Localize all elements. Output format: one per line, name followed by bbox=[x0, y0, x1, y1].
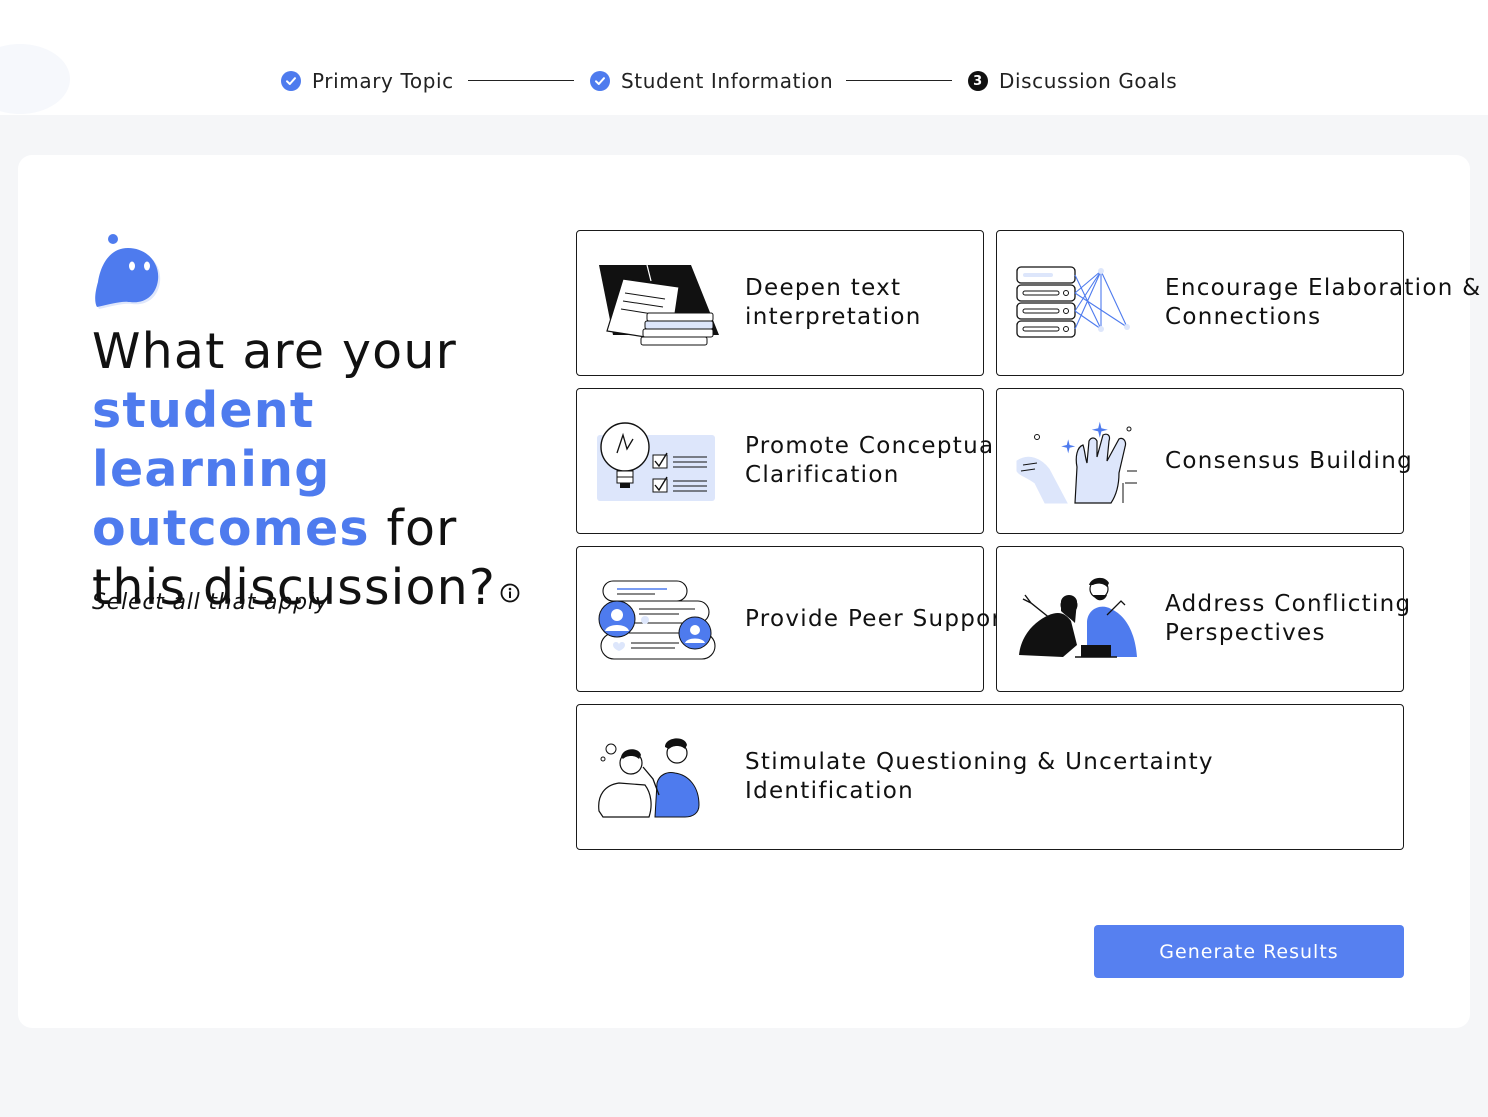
hands-high-five-icon bbox=[1016, 421, 1137, 504]
lightbulb-checklist-icon bbox=[597, 422, 715, 501]
top-bar bbox=[0, 0, 1488, 115]
option-address-conflicting-perspectives[interactable]: Address Conflicting Perspectives bbox=[996, 546, 1410, 692]
step-number-badge: 3 bbox=[968, 71, 988, 91]
step-connector bbox=[846, 80, 952, 81]
check-icon bbox=[590, 71, 610, 91]
generate-results-button[interactable]: Generate Results bbox=[1094, 925, 1404, 978]
step-label: Student Information bbox=[621, 69, 834, 93]
option-provide-peer-support[interactable]: Provide Peer Support bbox=[576, 546, 1011, 692]
option-encourage-elaboration[interactable]: Encourage Elaboration & Connections bbox=[996, 230, 1480, 376]
option-promote-conceptual-clarification[interactable]: Promote Conceptual Clarification bbox=[576, 388, 1001, 534]
option-label: Consensus Building bbox=[1165, 447, 1413, 474]
heading-highlight: student learning outcomes bbox=[92, 382, 370, 557]
step-label: Primary Topic bbox=[312, 69, 454, 93]
progress-stepper: Primary Topic Student Information 3 Disc… bbox=[0, 66, 1488, 96]
option-label: Stimulate Questioning & Uncertainty Iden… bbox=[745, 749, 1214, 804]
people-debating-icon bbox=[1019, 577, 1137, 658]
option-deepen-text-interpretation[interactable]: Deepen text interpretation bbox=[576, 230, 984, 376]
info-icon[interactable] bbox=[500, 583, 520, 603]
option-label: Address Conflicting Perspectives bbox=[1165, 591, 1412, 646]
step-discussion-goals[interactable]: 3 Discussion Goals bbox=[968, 66, 1177, 96]
step-primary-topic[interactable]: Primary Topic bbox=[281, 66, 454, 96]
heading-text: for bbox=[386, 500, 458, 557]
page-heading: What are your student learning outcomes … bbox=[92, 322, 552, 617]
people-thinking-icon bbox=[598, 738, 700, 818]
check-icon bbox=[281, 71, 301, 91]
step-connector bbox=[468, 80, 574, 81]
heading-text: What are your bbox=[92, 323, 457, 380]
network-database-icon bbox=[1016, 266, 1130, 338]
option-consensus-building[interactable]: Consensus Building bbox=[996, 388, 1412, 534]
select-hint: Select all that apply bbox=[92, 590, 329, 615]
chat-bubbles-icon bbox=[598, 580, 716, 660]
books-papers-icon bbox=[599, 264, 719, 346]
option-stimulate-questioning[interactable]: Stimulate Questioning & Uncertainty Iden… bbox=[576, 704, 1404, 850]
option-label: Encourage Elaboration & Connections bbox=[1165, 275, 1482, 330]
step-student-information[interactable]: Student Information bbox=[590, 66, 833, 96]
ghost-mascot-icon bbox=[95, 234, 161, 309]
step-label: Discussion Goals bbox=[999, 69, 1178, 93]
